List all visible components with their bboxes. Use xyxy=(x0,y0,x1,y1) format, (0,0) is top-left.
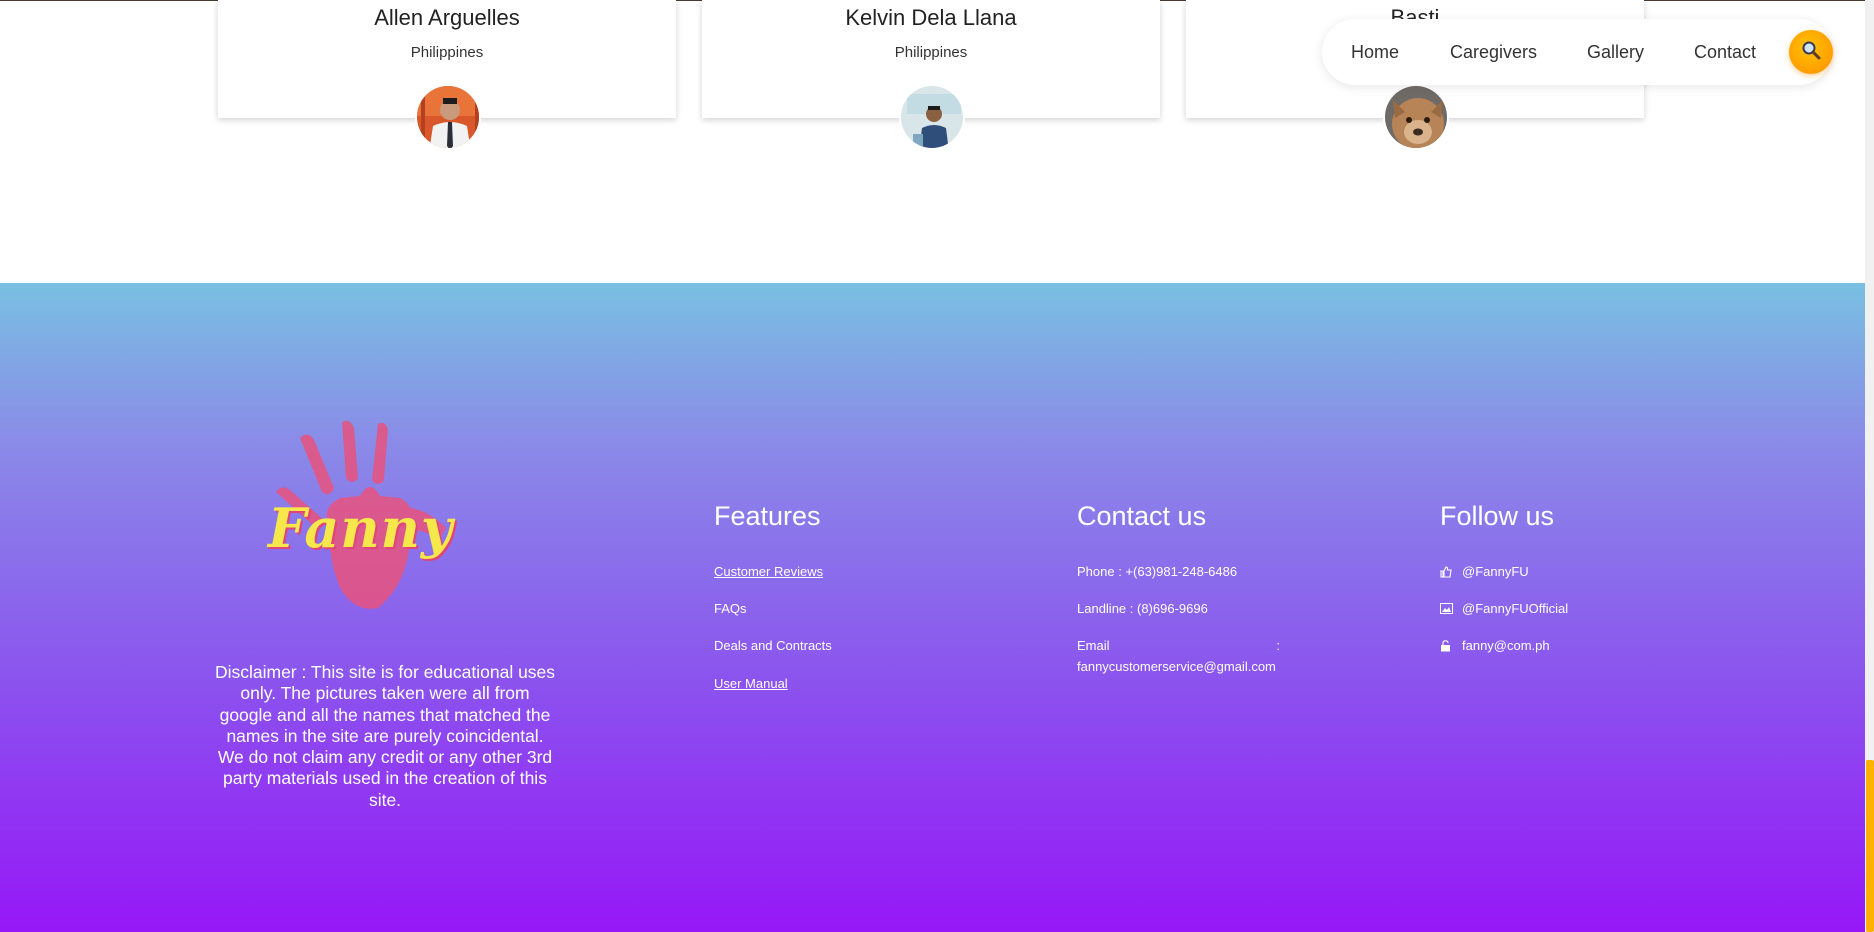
contact-heading: Contact us xyxy=(1077,501,1207,531)
team-member-name: Allen Arguelles xyxy=(374,5,520,30)
team-card-kelvin: Kelvin Dela Llana Philippines xyxy=(702,0,1160,150)
fanny-logo: Fanny xyxy=(260,418,500,618)
thumbs-up-icon xyxy=(1440,565,1462,578)
nav-home-link[interactable]: Home xyxy=(1351,42,1399,63)
page-scrollbar-thumb[interactable] xyxy=(1866,760,1874,932)
follow-heading: Follow us xyxy=(1440,501,1555,531)
team-member-country: Philippines xyxy=(894,44,968,61)
avatar xyxy=(899,84,965,150)
nav-gallery-link[interactable]: Gallery xyxy=(1587,42,1644,63)
social-handle: @FannyFU xyxy=(1462,564,1529,579)
landline-number: Landline : (8)696-9696 xyxy=(1077,601,1208,616)
email-address: fannycustomerservice@gmail.com xyxy=(1077,659,1276,674)
avatar xyxy=(1383,84,1449,150)
features-heading: Features xyxy=(714,501,821,531)
user-manual-link[interactable]: User Manual xyxy=(714,676,788,691)
team-card-allen: Allen Arguelles Philippines xyxy=(218,0,676,150)
email-label: Email xyxy=(1077,638,1110,653)
deals-contracts-link[interactable]: Deals and Contracts xyxy=(714,638,832,653)
email-separator: : xyxy=(1276,638,1280,653)
disclaimer-text: Disclaimer : This site is for educationa… xyxy=(214,662,556,810)
social-handle: @FannyFUOfficial xyxy=(1462,601,1569,616)
customer-reviews-link[interactable]: Customer Reviews xyxy=(714,564,823,579)
nav-caregivers-link[interactable]: Caregivers xyxy=(1450,42,1537,63)
site-footer: Fanny Disclaimer : This site is for educ… xyxy=(0,283,1865,932)
search-button[interactable] xyxy=(1789,30,1833,74)
social-link-fannyfu[interactable]: @FannyFU xyxy=(1440,564,1529,579)
social-link-fannyfuofficial[interactable]: @FannyFUOfficial xyxy=(1440,601,1568,616)
team-member-name: Kelvin Dela Llana xyxy=(845,5,1017,30)
team-member-country: Philippines xyxy=(410,44,484,61)
logo-wordmark: Fanny xyxy=(268,496,454,560)
floating-navbar: Home Caregivers Gallery Contact xyxy=(1322,19,1833,85)
avatar xyxy=(415,84,481,150)
nav-contact-link[interactable]: Contact xyxy=(1694,42,1756,63)
page-viewport: Allen Arguelles Philippines Kelvin Dela … xyxy=(0,0,1865,932)
search-icon xyxy=(1801,40,1821,65)
image-icon xyxy=(1440,603,1462,614)
phone-number: Phone : +(63)981-248-6486 xyxy=(1077,564,1238,579)
social-handle: fanny@com.ph xyxy=(1462,638,1550,653)
lock-icon xyxy=(1440,639,1462,652)
email-contact: Email : fannycustomerservice@gmail.com xyxy=(1077,638,1280,674)
social-link-email[interactable]: fanny@com.ph xyxy=(1440,638,1550,653)
faqs-link[interactable]: FAQs xyxy=(714,601,747,616)
